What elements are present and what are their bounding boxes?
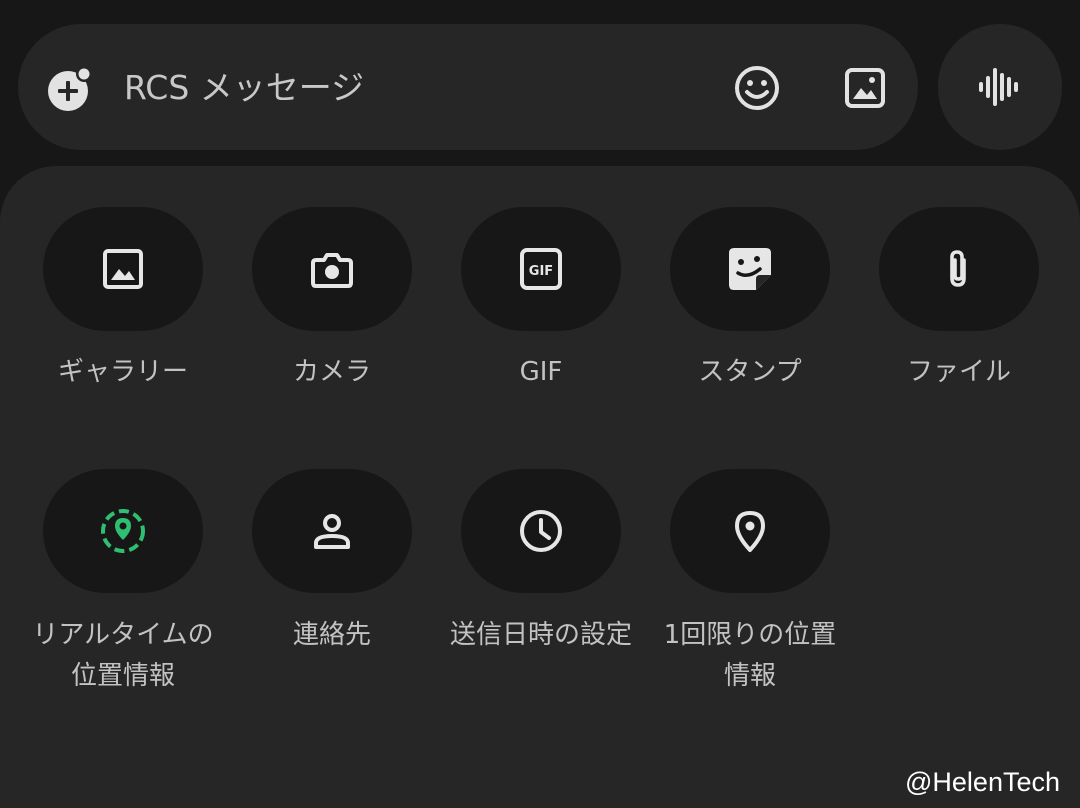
attach-contact-button[interactable] [252, 469, 412, 593]
voice-waveform-icon [979, 68, 1018, 106]
messages-compose-screen: ギャラリー カメラ GIF GIF [0, 0, 1080, 808]
location-pin-icon [735, 511, 765, 552]
attach-file-button[interactable] [879, 207, 1039, 331]
voice-message-button[interactable] [938, 24, 1062, 150]
watermark: @HelenTech [905, 767, 1060, 797]
attach-gallery-button[interactable] [43, 207, 203, 331]
emoji-icon[interactable] [732, 63, 782, 113]
live-location-icon [101, 509, 145, 553]
attach-one-time-location-button[interactable] [670, 469, 830, 593]
attach-file-label: ファイル [906, 357, 1011, 387]
attach-gif-button[interactable]: GIF [461, 207, 621, 331]
add-attachment-icon[interactable] [46, 65, 94, 113]
paperclip-icon [950, 250, 966, 287]
attach-one-time-location-label: 1回限りの位置 情報 [663, 620, 837, 691]
attach-live-location-button[interactable] [43, 469, 203, 593]
attach-schedule-send-button[interactable] [461, 469, 621, 593]
camera-icon [311, 253, 353, 288]
contact-icon [314, 514, 350, 549]
attach-sticker-button[interactable] [670, 207, 830, 331]
svg-text:GIF: GIF [529, 264, 553, 279]
attachment-panel: ギャラリー カメラ GIF GIF スタンプ ファイル リアルタイムの 位置情報… [0, 166, 1080, 808]
gif-icon: GIF [520, 248, 562, 290]
gallery-icon [103, 249, 143, 289]
message-input[interactable] [124, 62, 704, 112]
image-icon[interactable] [840, 63, 890, 113]
compose-bar [18, 24, 918, 150]
attach-camera-button[interactable] [252, 207, 412, 331]
sticker-icon [729, 248, 771, 290]
clock-icon [520, 510, 562, 552]
